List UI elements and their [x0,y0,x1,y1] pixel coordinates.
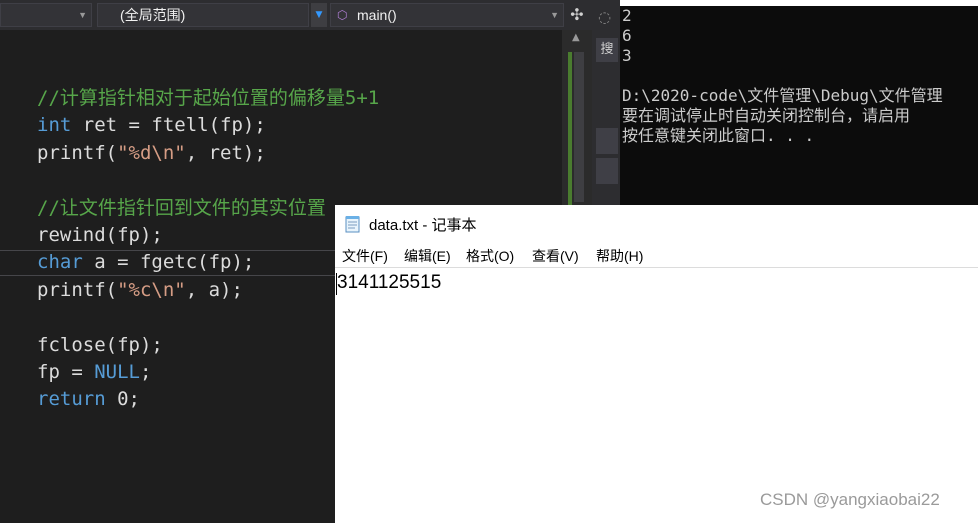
scrollbar-thumb[interactable] [574,52,584,202]
menu-view[interactable]: 查看(V) [532,246,579,266]
method-cube-icon: ⬡ [337,8,348,22]
code-token: //计算指针相对于起始位置的偏移量5+1 [37,87,380,109]
side-tab[interactable] [596,128,618,154]
code-token: printf( [37,278,118,301]
chevron-down-icon: ▼ [550,10,559,20]
code-token: fclose(fp); [37,333,163,356]
notepad-text-area[interactable]: 3141125515 [335,267,978,523]
member-dropdown[interactable]: ⬡ main() ▼ [330,3,564,27]
watermark: CSDN @yangxiaobai22 [760,490,940,509]
code-token: int [37,114,72,137]
notepad-content: 3141125515 [337,272,442,293]
code-token: printf( [37,141,118,164]
code-token: , a); [185,278,243,301]
code-line: int ret = ftell(fp); [37,112,266,139]
navigation-bar: ▼ (全局范围) ▼ ⬡ main() ▼ ✣ [0,0,620,30]
code-line: //让文件指针回到文件的其实位置 [37,195,326,222]
code-line: fclose(fp); [37,332,163,359]
menu-help[interactable]: 帮助(H) [596,246,643,266]
scope-dropdown-label: (全局范围) [120,7,186,23]
scroll-up-arrow-icon[interactable]: ▲ [572,32,580,43]
member-dropdown-label: main() [357,7,397,23]
search-tab[interactable]: 搜 [596,38,618,62]
code-token: char [37,251,83,274]
code-token: "%d\n" [117,141,186,164]
notepad-title: data.txt - 记事本 [369,217,477,234]
console-line: 3 [622,46,632,65]
code-line: printf("%c\n", a); [37,277,243,304]
console-line: 按任意键关闭此窗口. . . [622,126,815,145]
code-token: //让文件指针回到文件的其实位置 [37,196,326,219]
code-token: a = fgetc(fp); [82,251,255,274]
code-token: rewind(fp); [37,224,163,246]
console-line: 6 [622,26,632,45]
console-line: 要在调试停止时自动关闭控制台，请启用 [622,106,911,125]
code-line: rewind(fp); [37,222,163,249]
code-token: 0; [105,388,140,411]
code-line: printf("%d\n", ret); [37,140,266,167]
console-titlebar-edge [620,0,978,6]
notepad-icon [345,216,360,233]
side-tab[interactable] [596,158,618,184]
console-line: 2 [622,6,632,25]
project-dropdown[interactable]: ▼ [0,3,92,27]
menu-file[interactable]: 文件(F) [342,246,388,266]
code-token: ret = ftell(fp); [71,114,266,137]
code-token: fp = [37,361,95,383]
console-window: 2 6 3 D:\2020-code\文件管理\Debug\文件管理 要在调试停止时自动… [620,0,978,205]
menu-edit[interactable]: 编辑(E) [404,246,451,266]
code-token: ; [139,361,152,383]
code-token: return [37,388,106,411]
code-line: char a = fgetc(fp); [37,249,254,276]
notepad-menubar: 文件(F) 编辑(E) 格式(O) 查看(V) 帮助(H) [335,243,978,267]
scope-dropdown[interactable]: (全局范围) [97,3,309,27]
chevron-down-icon: ▼ [78,10,87,20]
code-line: fp = NULL; [37,359,151,386]
code-line: //计算指针相对于起始位置的偏移量5+1 [37,85,379,112]
refresh-icon[interactable]: ◌ [598,8,611,26]
split-window-icon[interactable]: ✣ [566,3,588,27]
notepad-titlebar[interactable]: data.txt - 记事本 [335,205,978,243]
console-line: D:\2020-code\文件管理\Debug\文件管理 [622,86,943,105]
code-line: return 0; [37,386,140,413]
notepad-window: data.txt - 记事本 文件(F) 编辑(E) 格式(O) 查看(V) 帮… [335,205,978,523]
code-token: , ret); [185,141,266,164]
code-token: NULL [94,361,140,383]
scope-dropdown-arrow-icon[interactable]: ▼ [311,3,327,27]
menu-format[interactable]: 格式(O) [466,246,514,266]
code-token: "%c\n" [117,278,186,301]
